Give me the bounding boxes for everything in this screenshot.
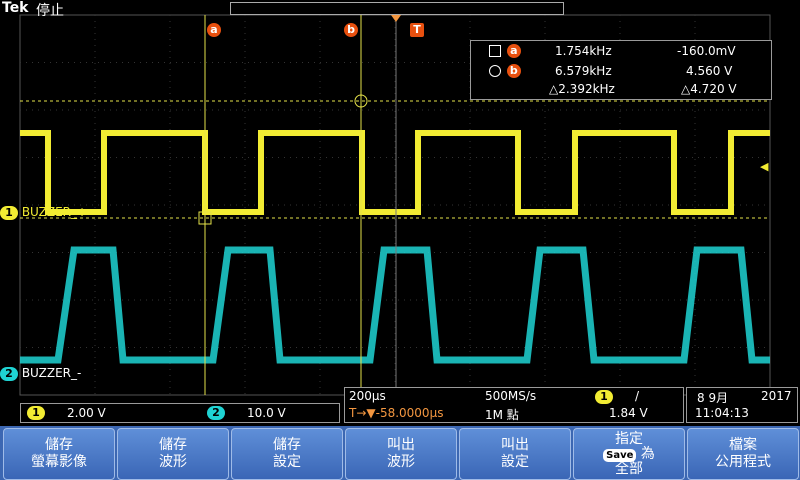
bottom-menu-bar: 儲存 螢幕影像 儲存 波形 儲存 設定 叫出 波形 叫出 設定 指定 Save … xyxy=(0,426,800,480)
save-key-icon: Save xyxy=(603,448,637,462)
cursor-a-row: a xyxy=(489,43,521,58)
ch2-name: BUZZER_- xyxy=(21,366,82,380)
menu-label: 波形 xyxy=(159,454,187,470)
cursor-b-marker[interactable]: b xyxy=(344,23,358,37)
cursor-a-freq: 1.754kHz xyxy=(555,44,612,58)
file-utilities-button[interactable]: 檔案 公用程式 xyxy=(687,428,799,480)
cursor-a-volt: -160.0mV xyxy=(677,44,736,58)
recall-waveform-button[interactable]: 叫出 波形 xyxy=(345,428,457,480)
trigger-level-arrow-icon[interactable]: ◀ xyxy=(760,160,768,173)
delta-freq: △2.392kHz xyxy=(549,82,615,96)
datetime-panel: 8 9月 2017 11:04:13 xyxy=(686,387,798,423)
ch2-badge: 2 xyxy=(0,367,18,381)
trigger-level[interactable]: 1.84 V xyxy=(609,406,648,420)
menu-label: 指定 xyxy=(615,430,643,447)
acquisition-status: 停止 xyxy=(36,3,64,19)
ch2-scale-badge: 2 xyxy=(207,406,225,420)
time-per-div[interactable]: 200µs xyxy=(349,389,386,403)
channel-scale-panel: 1 2.00 V 2 10.0 V xyxy=(20,403,340,423)
cursor-b-row: b xyxy=(489,63,521,78)
year: 2017 xyxy=(761,389,792,403)
menu-label: 儲存 xyxy=(45,437,73,453)
oscilloscope-screen: Tek 停止 a b T a 1.754kHz -160.0mV b 6.579… xyxy=(0,0,800,480)
menu-label: 設定 xyxy=(273,454,301,470)
menu-label: 叫出 xyxy=(501,437,529,453)
ch2-ground-label[interactable]: 2 BUZZER_- xyxy=(0,366,81,381)
cursor-b-volt: 4.560 V xyxy=(686,64,733,78)
ch1-badge: 1 xyxy=(0,206,18,220)
record-view-bar[interactable] xyxy=(230,2,564,15)
record-length: 1M 點 xyxy=(485,408,519,422)
square-icon xyxy=(489,44,501,57)
ch2-waveform xyxy=(20,246,770,364)
recall-setup-button[interactable]: 叫出 設定 xyxy=(459,428,571,480)
horizontal-position[interactable]: T→▼-58.0000µs xyxy=(349,406,443,420)
save-waveform-button[interactable]: 儲存 波形 xyxy=(117,428,229,480)
trigger-channel-badge: 1 xyxy=(595,390,613,404)
cursor-a-badge: a xyxy=(506,44,521,58)
trigger-position-marker[interactable]: T xyxy=(410,23,424,37)
cursor-b-badge: b xyxy=(506,64,521,78)
timebase-panel: 200µs 500MS/s 1 / T→▼-58.0000µs 1M 點 1.8… xyxy=(344,387,684,423)
save-setup-button[interactable]: 儲存 設定 xyxy=(231,428,343,480)
menu-label: 螢幕影像 xyxy=(31,454,87,470)
ch1-name: BUZZER_+ xyxy=(21,205,88,219)
save-screen-image-button[interactable]: 儲存 螢幕影像 xyxy=(3,428,115,480)
menu-label: 為 xyxy=(640,445,655,462)
cursor-a-marker[interactable]: a xyxy=(207,23,221,37)
date: 8 9月 xyxy=(697,391,729,405)
ch1-waveform xyxy=(20,130,770,215)
menu-label-row: Save 為 xyxy=(603,445,655,462)
sample-rate: 500MS/s xyxy=(485,389,537,403)
menu-label: 儲存 xyxy=(159,437,187,453)
clock: 11:04:13 xyxy=(695,406,749,420)
ch1-scale[interactable]: 2.00 V xyxy=(67,406,106,420)
menu-label: 叫出 xyxy=(387,437,415,453)
menu-label: 全部 xyxy=(615,460,643,477)
ch1-scale-badge: 1 xyxy=(27,406,45,420)
ch1-ground-label[interactable]: 1 BUZZER_+ xyxy=(0,205,87,220)
menu-label: 公用程式 xyxy=(715,454,771,470)
cursor-readout-panel: a 1.754kHz -160.0mV b 6.579kHz 4.560 V △… xyxy=(470,40,772,100)
menu-label: 儲存 xyxy=(273,437,301,453)
ch2-scale[interactable]: 10.0 V xyxy=(247,406,286,420)
menu-label: 設定 xyxy=(501,454,529,470)
brand-label: Tek xyxy=(2,0,29,16)
cursor-b-freq: 6.579kHz xyxy=(555,64,612,78)
assign-save-button[interactable]: 指定 Save 為 全部 xyxy=(573,428,685,480)
menu-label: 檔案 xyxy=(729,437,757,453)
delta-volt: △4.720 V xyxy=(681,82,737,96)
trigger-source-badge: 1 xyxy=(595,389,613,404)
trigger-slope[interactable]: / xyxy=(635,389,639,403)
circle-icon xyxy=(489,64,501,77)
menu-label: 波形 xyxy=(387,454,415,470)
trigger-pointer-icon xyxy=(391,15,401,22)
